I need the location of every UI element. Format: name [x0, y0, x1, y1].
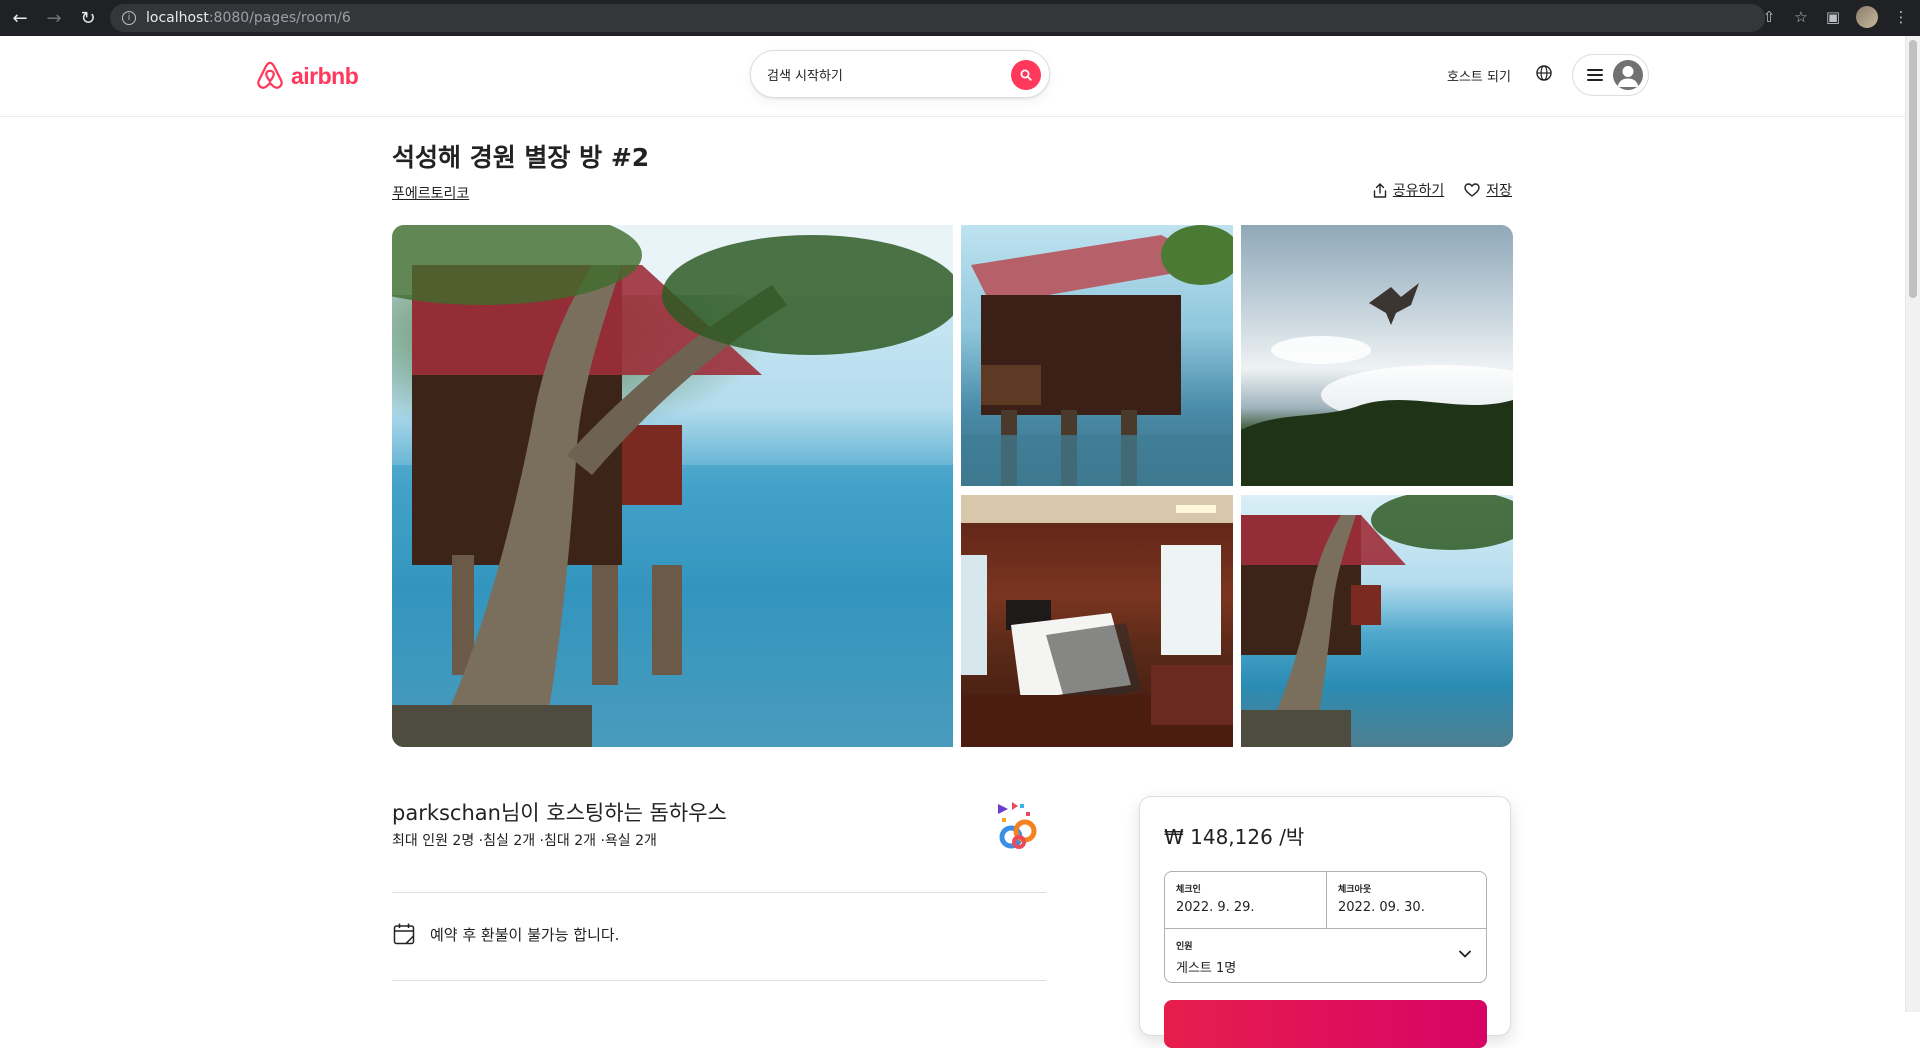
photo-gallery — [392, 225, 1513, 747]
page-scrollbar[interactable] — [1905, 36, 1920, 1012]
hamburger-icon — [1587, 69, 1603, 81]
user-avatar-icon — [1613, 60, 1643, 90]
search-bar[interactable]: 검색 시작하기 — [750, 50, 1050, 98]
heart-icon — [1464, 183, 1480, 197]
listing-actions: 공유하기 저장 — [1373, 180, 1512, 200]
refund-notice-text: 예약 후 환불이 불가능 합니다. — [430, 925, 620, 944]
guests-select[interactable]: 인원 게스트 1명 — [1165, 928, 1486, 983]
listing-capacity: 최대 인원 2명 ·침실 2개 ·침대 2개 ·욕실 2개 — [392, 833, 657, 849]
search-button[interactable] — [1011, 60, 1041, 90]
save-label: 저장 — [1486, 183, 1512, 199]
airbnb-logo[interactable]: airbnb — [255, 60, 359, 92]
nightly-price: ₩ 148,126 /박 — [1164, 825, 1305, 849]
globe-icon[interactable] — [1535, 64, 1553, 82]
photo-bird-sky[interactable] — [1241, 225, 1513, 486]
checkout-field[interactable]: 체크아웃 2022. 09. 30. — [1326, 872, 1487, 928]
photo-house-tree[interactable] — [1241, 495, 1513, 747]
listing-title: 석성해 경원 별장 방 #2 — [392, 143, 650, 172]
listing-location-link[interactable]: 푸에르토리코 — [392, 183, 469, 203]
save-button[interactable]: 저장 — [1464, 180, 1512, 200]
browser-toolbar: ← → ↻ i localhost:8080/pages/room/6 ⇧ ☆ … — [0, 0, 1920, 36]
logo-text: airbnb — [291, 62, 359, 89]
booking-card: ₩ 148,126 /박 체크인 2022. 9. 29. 체크아웃 2022.… — [1139, 796, 1511, 1048]
checkout-value: 2022. 09. 30. — [1338, 900, 1425, 915]
refund-notice: 예약 후 환불이 불가능 합니다. — [392, 922, 619, 946]
reload-icon[interactable]: ↻ — [74, 4, 102, 32]
site-header: airbnb 검색 시작하기 호스트 되기 — [0, 36, 1905, 117]
url-host: localhost — [146, 10, 209, 26]
photo-bedroom[interactable] — [961, 495, 1233, 747]
site-info-icon[interactable]: i — [122, 11, 136, 25]
back-icon[interactable]: ← — [6, 4, 34, 32]
side-panel-icon[interactable]: ▣ — [1824, 8, 1842, 26]
photo-stilt-house[interactable] — [961, 225, 1233, 486]
host-title: parkschan님이 호스팅하는 돔하우스 — [392, 801, 727, 825]
user-menu-button[interactable] — [1572, 54, 1649, 96]
checkin-value: 2022. 9. 29. — [1176, 900, 1255, 915]
section-divider — [392, 892, 1046, 893]
search-placeholder: 검색 시작하기 — [767, 68, 843, 84]
guests-label: 인원 — [1176, 942, 1193, 952]
browser-menu-icon[interactable]: ⋮ — [1892, 8, 1910, 26]
share-page-icon[interactable]: ⇧ — [1760, 8, 1778, 26]
forward-icon[interactable]: → — [40, 4, 68, 32]
calendar-icon — [393, 923, 415, 945]
share-label: 공유하기 — [1392, 183, 1445, 199]
airbnb-logo-icon — [257, 61, 283, 89]
checkin-label: 체크인 — [1176, 885, 1201, 895]
address-bar[interactable]: i localhost:8080/pages/room/6 — [110, 4, 1765, 32]
reserve-button[interactable] — [1164, 1000, 1487, 1048]
bookmark-star-icon[interactable]: ☆ — [1792, 8, 1810, 26]
section-divider — [392, 980, 1046, 981]
checkin-field[interactable]: 체크인 2022. 9. 29. — [1165, 872, 1326, 928]
browser-profile-avatar[interactable] — [1856, 6, 1878, 28]
share-icon — [1373, 182, 1386, 198]
url-path: :8080/pages/room/6 — [208, 10, 351, 26]
checkout-label: 체크아웃 — [1338, 885, 1372, 895]
chevron-down-icon — [1459, 950, 1471, 958]
search-icon — [1020, 69, 1032, 81]
share-button[interactable]: 공유하기 — [1373, 180, 1445, 200]
scrollbar-thumb[interactable] — [1909, 40, 1917, 298]
booking-inputs: 체크인 2022. 9. 29. 체크아웃 2022. 09. 30. 인원 게… — [1164, 871, 1487, 983]
become-host-link[interactable]: 호스트 되기 — [1447, 66, 1511, 85]
photo-main[interactable] — [392, 225, 953, 747]
host-logo-icon — [998, 802, 1037, 849]
guests-value: 게스트 1명 — [1176, 961, 1237, 976]
